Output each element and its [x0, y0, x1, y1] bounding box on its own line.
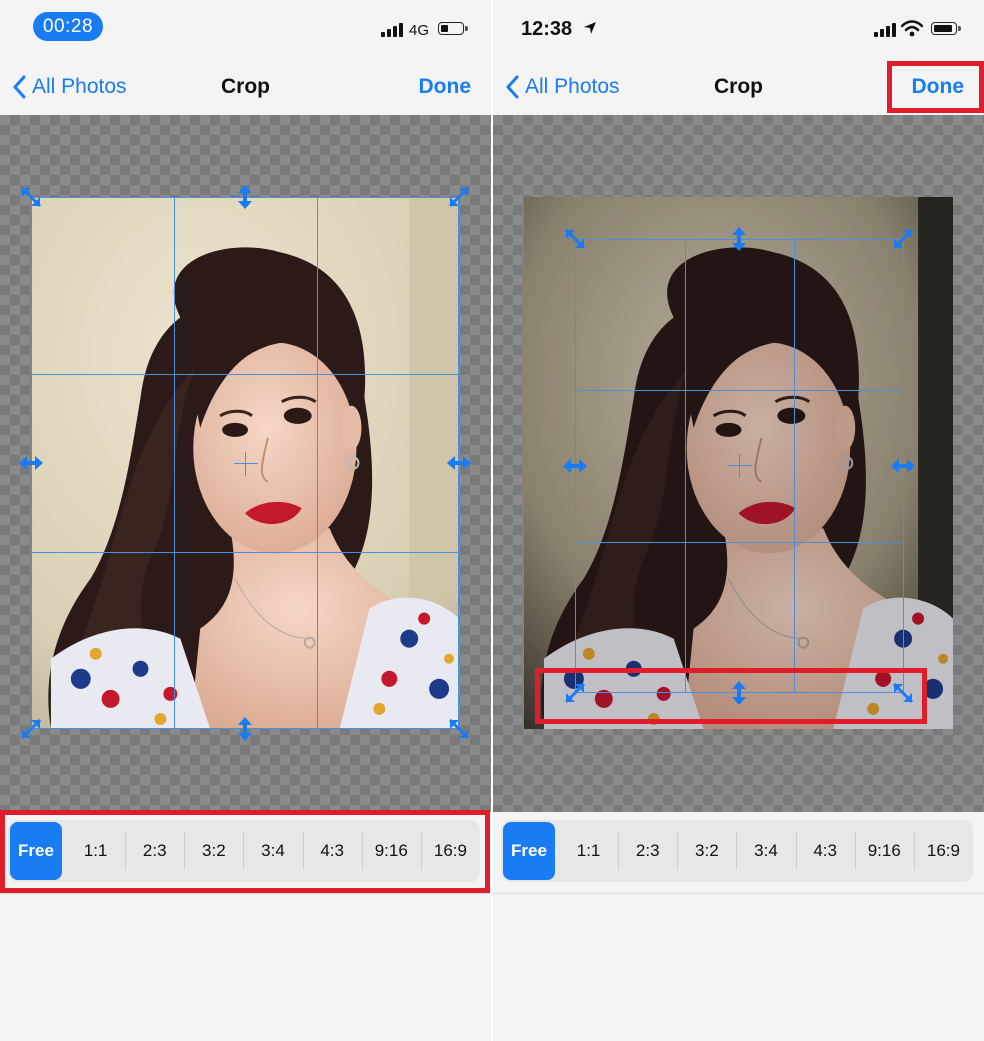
- ratio-free[interactable]: Free: [503, 822, 555, 880]
- vertical-resize-icon: [726, 680, 752, 706]
- status-time: 12:38: [521, 18, 573, 40]
- ratio-3-4[interactable]: 3:4: [243, 820, 302, 882]
- ratio-4-3[interactable]: 4:3: [795, 820, 855, 882]
- status-bar: 00:28 4G: [0, 0, 491, 55]
- crop-canvas: [0, 115, 491, 812]
- ratio-free[interactable]: Free: [10, 822, 62, 880]
- nav-bar: All Photos Crop Done: [493, 55, 984, 115]
- left-screenshot: 00:28 4G All Photos Crop Done Free 1:1 2…: [0, 0, 491, 1041]
- ratio-9-16[interactable]: 9:16: [854, 820, 914, 882]
- battery-icon: [438, 22, 468, 35]
- network-type: 4G: [409, 22, 430, 39]
- diagonal-resize-icon: [562, 680, 588, 706]
- ratio-2-3[interactable]: 2:3: [125, 820, 184, 882]
- diagonal-resize-icon: [446, 716, 472, 742]
- ratio-16-9[interactable]: 16:9: [913, 820, 973, 882]
- vertical-resize-icon: [726, 226, 752, 252]
- horizontal-resize-icon: [18, 450, 44, 476]
- ratio-4-3[interactable]: 4:3: [302, 820, 362, 882]
- crop-canvas: [493, 115, 984, 812]
- page-title: Crop: [714, 75, 763, 98]
- resize-handle-bottom-left[interactable]: [18, 716, 44, 742]
- status-bar: 12:38: [493, 0, 984, 55]
- nav-bar: All Photos Crop Done: [0, 55, 491, 115]
- resize-handle-left[interactable]: [18, 450, 44, 476]
- resize-handle-top-left[interactable]: [18, 184, 44, 210]
- resize-handle-top-right[interactable]: [446, 184, 472, 210]
- horizontal-resize-icon: [446, 450, 472, 476]
- resize-handle-bottom-left[interactable]: [562, 680, 588, 706]
- resize-handle-right[interactable]: [446, 450, 472, 476]
- ratio-3-2[interactable]: 3:2: [184, 820, 243, 882]
- crop-frame[interactable]: [31, 197, 459, 729]
- diagonal-resize-icon: [890, 680, 916, 706]
- horizontal-resize-icon: [890, 453, 916, 479]
- horizontal-resize-icon: [562, 453, 588, 479]
- diagonal-resize-icon: [18, 184, 44, 210]
- resize-handle-top[interactable]: [726, 226, 752, 252]
- aspect-ratio-bar: Free 1:1 2:3 3:2 3:4 4:3 9:16 16:9: [8, 820, 480, 882]
- resize-handle-bottom[interactable]: [726, 680, 752, 706]
- resize-handle-bottom[interactable]: [232, 716, 258, 742]
- divider: [493, 893, 984, 894]
- signal-icon: [381, 23, 403, 37]
- signal-icon: [874, 23, 896, 37]
- ratio-1-1[interactable]: 1:1: [66, 820, 125, 882]
- resize-handle-top-left[interactable]: [562, 226, 588, 252]
- crop-frame[interactable]: [575, 239, 904, 693]
- vertical-resize-icon: [232, 716, 258, 742]
- status-time: 00:28: [33, 12, 103, 41]
- divider: [0, 893, 491, 894]
- diagonal-resize-icon: [446, 184, 472, 210]
- resize-handle-top[interactable]: [232, 184, 258, 210]
- ratio-9-16[interactable]: 9:16: [361, 820, 421, 882]
- aspect-ratio-bar: Free 1:1 2:3 3:2 3:4 4:3 9:16 16:9: [501, 820, 973, 882]
- done-button[interactable]: Done: [419, 75, 472, 99]
- vertical-resize-icon: [232, 184, 258, 210]
- diagonal-resize-icon: [890, 226, 916, 252]
- done-button[interactable]: Done: [912, 75, 965, 99]
- location-arrow-icon: [584, 22, 596, 34]
- resize-handle-bottom-right[interactable]: [446, 716, 472, 742]
- ratio-2-3[interactable]: 2:3: [618, 820, 677, 882]
- battery-icon: [931, 22, 961, 35]
- diagonal-resize-icon: [18, 716, 44, 742]
- ratio-16-9[interactable]: 16:9: [420, 820, 480, 882]
- resize-handle-right[interactable]: [890, 453, 916, 479]
- resize-handle-left[interactable]: [562, 453, 588, 479]
- page-title: Crop: [221, 75, 270, 98]
- ratio-3-2[interactable]: 3:2: [677, 820, 736, 882]
- wifi-icon: [901, 20, 923, 37]
- ratio-3-4[interactable]: 3:4: [736, 820, 795, 882]
- resize-handle-top-right[interactable]: [890, 226, 916, 252]
- ratio-1-1[interactable]: 1:1: [559, 820, 618, 882]
- resize-handle-bottom-right[interactable]: [890, 680, 916, 706]
- right-screenshot: 12:38 All Photos Crop Done Free 1:1 2:3 …: [493, 0, 984, 1041]
- diagonal-resize-icon: [562, 226, 588, 252]
